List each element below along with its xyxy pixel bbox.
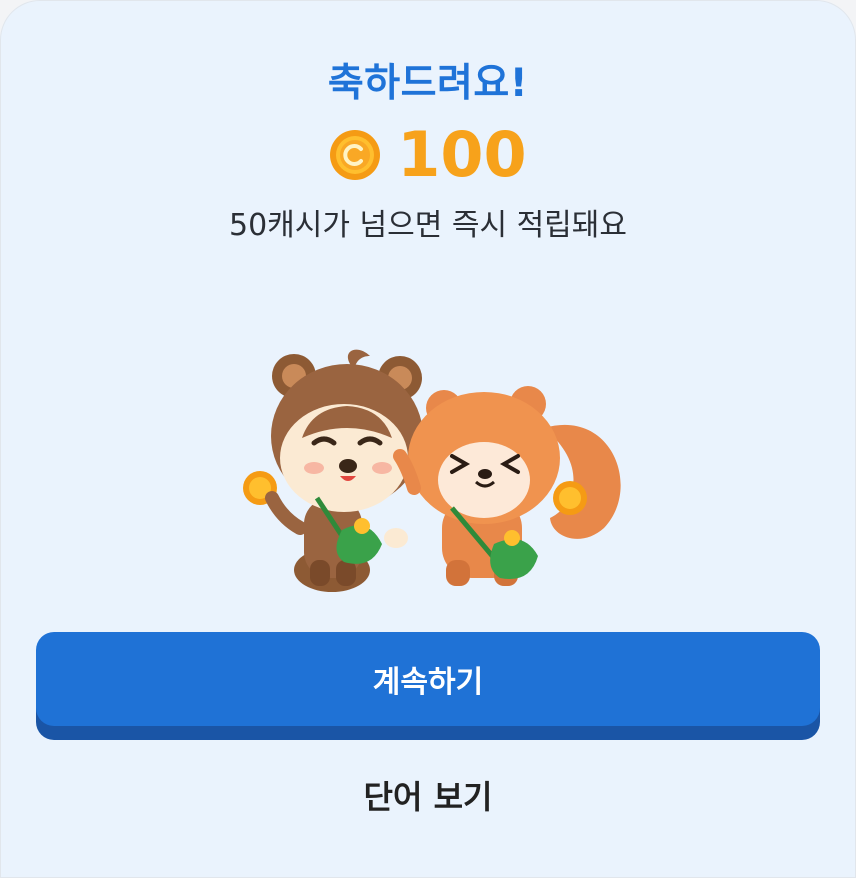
coin-icon xyxy=(330,130,381,180)
dialog-title: 축하드려요! xyxy=(327,61,529,106)
mascot-illustration xyxy=(243,349,621,592)
orange-mascot-figure xyxy=(393,386,621,586)
reward-amount: 100 xyxy=(397,118,527,191)
reward-message: 50캐시가 넘으면 즉시 적립돼요 xyxy=(229,208,627,243)
continue-button[interactable]: 계속하기 xyxy=(36,632,820,726)
brown-mascot-figure xyxy=(243,349,423,592)
view-words-link[interactable]: 단어 보기 xyxy=(0,772,856,818)
reward-row: 100 xyxy=(0,120,856,190)
reward-dialog: 축하드려요! 100 50캐시가 넘으면 즉시 적립돼요 계속하기 단어 보기 xyxy=(0,0,856,878)
